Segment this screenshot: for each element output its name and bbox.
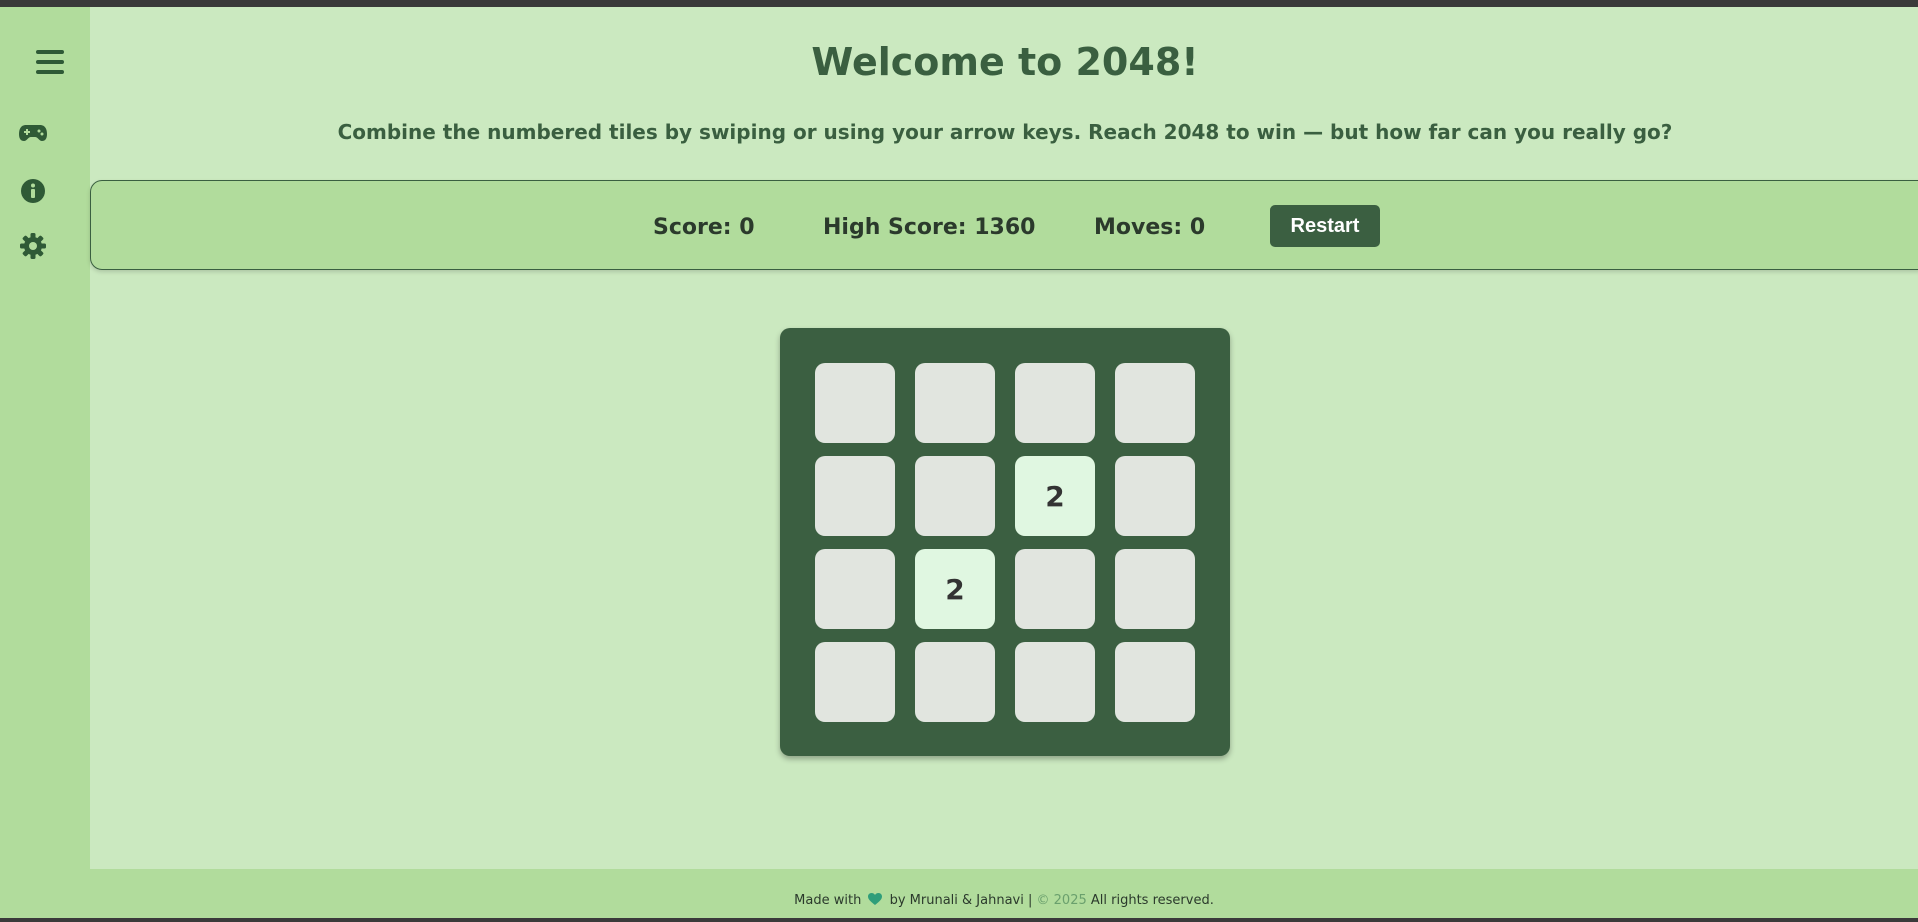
board-tile <box>815 456 895 536</box>
game-board[interactable]: 22 <box>780 328 1230 756</box>
footer: Made with by Mrunali & Jahnavi | © 2025 … <box>90 869 1918 918</box>
page-title: Welcome to 2048! <box>811 40 1199 84</box>
board-tile <box>1015 642 1095 722</box>
board-tile: 2 <box>915 549 995 629</box>
footer-rights: All rights reserved. <box>1090 893 1214 908</box>
menu-icon[interactable] <box>36 48 64 76</box>
board-tile: 2 <box>1015 456 1095 536</box>
board-tile <box>1015 549 1095 629</box>
window-top-bar <box>0 0 1918 7</box>
restart-button[interactable]: Restart <box>1270 205 1380 247</box>
board-tile <box>815 363 895 443</box>
instructions-text: Combine the numbered tiles by swiping or… <box>337 120 1673 144</box>
high-score-display: High Score: 1360 <box>823 215 1036 240</box>
score-display: Score: 0 <box>653 215 755 240</box>
sidebar <box>0 7 90 918</box>
info-icon[interactable] <box>20 178 46 204</box>
board-tile <box>915 456 995 536</box>
footer-made-with: Made with <box>794 893 862 908</box>
gamepad-icon[interactable] <box>18 121 48 145</box>
board-tile <box>815 642 895 722</box>
main-area: Welcome to 2048! Combine the numbered ti… <box>90 7 1918 918</box>
stats-panel: Score: 0 High Score: 1360 Moves: 0 Resta… <box>90 180 1918 270</box>
board-tile <box>1115 456 1195 536</box>
moves-display: Moves: 0 <box>1094 215 1206 240</box>
board-tile <box>1115 642 1195 722</box>
heart-icon <box>868 893 883 911</box>
board-tile <box>815 549 895 629</box>
board-tile <box>915 642 995 722</box>
board-tile <box>1115 549 1195 629</box>
gear-icon[interactable] <box>19 232 47 260</box>
footer-copyright: © 2025 <box>1036 893 1087 908</box>
board-tile <box>1015 363 1095 443</box>
window-bottom-bar <box>0 918 1918 922</box>
board-tile <box>1115 363 1195 443</box>
board-tile <box>915 363 995 443</box>
footer-authors: by Mrunali & Jahnavi | <box>889 893 1033 908</box>
